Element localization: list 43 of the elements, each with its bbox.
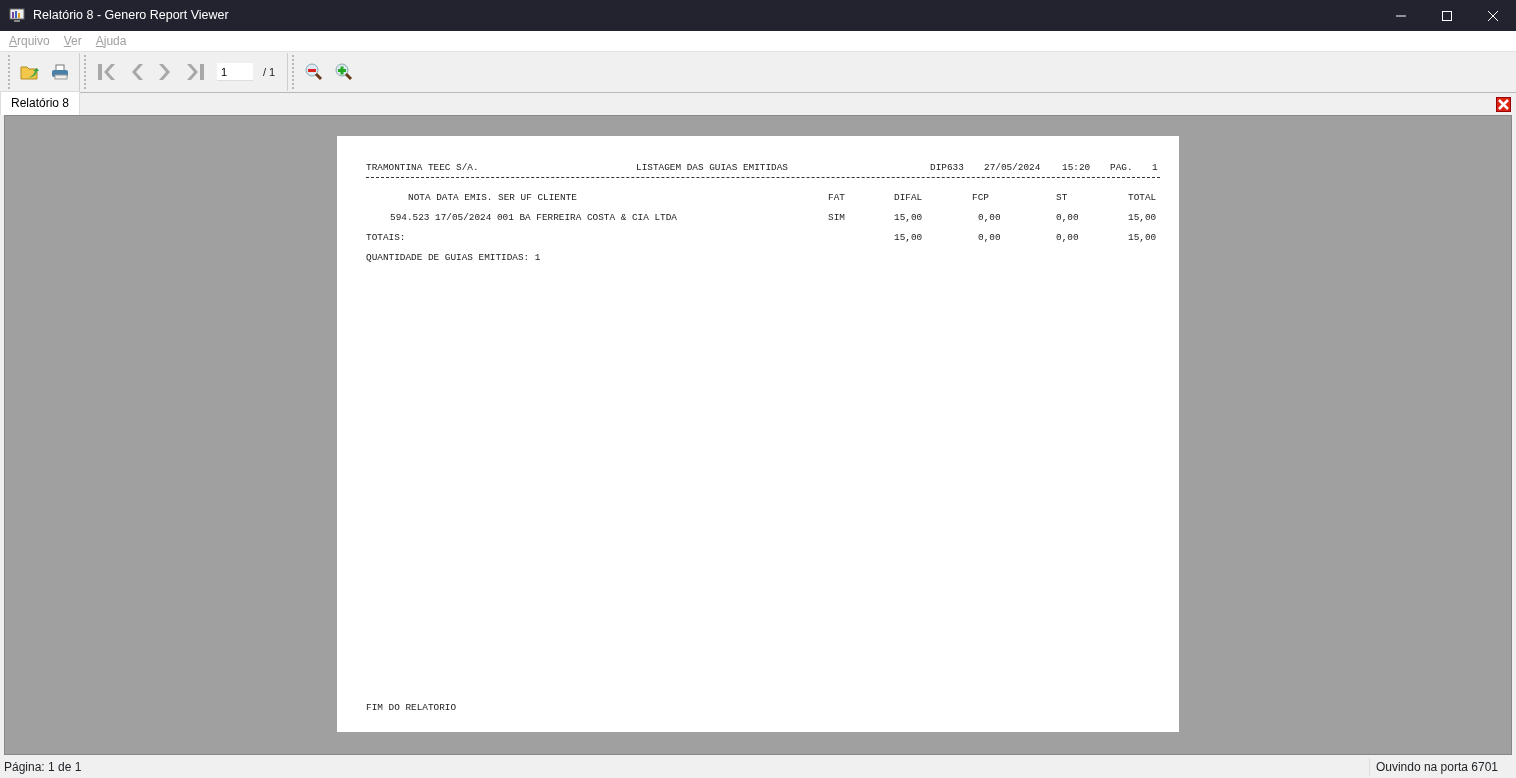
- report-header-text: 1: [1152, 162, 1158, 174]
- printer-icon: [50, 63, 70, 81]
- status-text: Ouvindo na porta 6701: [1368, 757, 1512, 776]
- table-cell: SIM: [828, 212, 846, 224]
- folder-arrow-icon: [20, 63, 40, 81]
- totals-text: 15,00: [894, 232, 924, 244]
- report-footer-text: FIM DO RELATORIO: [366, 702, 457, 714]
- column-header: DIFAL: [894, 192, 924, 204]
- first-page-icon: [96, 62, 116, 82]
- report-header-text: 15:20: [1062, 162, 1092, 174]
- column-header: FCP: [972, 192, 990, 204]
- status-text: Página: 1 de 1: [4, 758, 82, 776]
- totals-text: TOTAIS:: [366, 232, 407, 244]
- report-header-text: PAG.: [1110, 162, 1134, 174]
- close-icon: [1498, 99, 1509, 110]
- totals-text: 15,00: [1128, 232, 1158, 244]
- tab[interactable]: Relatório 8: [0, 91, 81, 115]
- table-cell: 0,00: [1056, 212, 1080, 224]
- close-tab-button[interactable]: [1496, 97, 1511, 112]
- table-cell: 15,00: [1128, 212, 1158, 224]
- report-header-text: DIP633: [930, 162, 965, 174]
- table-cell-text: 594.523 17/05/2024 001 BA FERREIRA COSTA & CIA LTDA: [390, 212, 678, 224]
- page-number-field[interactable]: 1: [217, 63, 253, 81]
- table-cell: 0,00: [978, 212, 1002, 224]
- report-header-text: LISTAGEM DAS GUIAS EMITIDAS: [636, 162, 789, 174]
- page-total-label: / 1: [263, 64, 276, 80]
- report-header-text: TRAMONTINA TEEC S/A.: [366, 162, 480, 174]
- column-header: ST: [1056, 192, 1068, 204]
- zoom-out-icon: [304, 62, 325, 82]
- last-page-icon: [186, 62, 206, 82]
- totals-text: 0,00: [1056, 232, 1080, 244]
- column-header: NOTA DATA EMIS. SER UF CLIENTE: [408, 192, 578, 204]
- column-header: FAT: [828, 192, 846, 204]
- monitor-chart-icon: [9, 8, 25, 23]
- summary-text: QUANTIDADE DE GUIAS EMITIDAS: 1: [366, 252, 542, 264]
- totals-text: 0,00: [978, 232, 1002, 244]
- report-header-text: 27/05/2024: [984, 162, 1042, 174]
- close-icon: [1488, 10, 1498, 21]
- window-title: Relatório 8 - Genero Report Viewer: [33, 7, 229, 25]
- table-cell: 15,00: [894, 212, 924, 224]
- column-header: TOTAL: [1128, 192, 1158, 204]
- zoom-in-icon: [334, 62, 355, 82]
- maximize-icon: [1442, 10, 1452, 21]
